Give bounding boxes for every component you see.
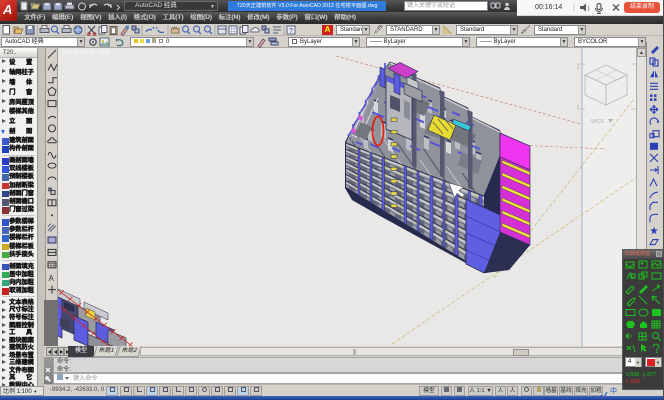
svg-text:A: A <box>49 274 55 283</box>
svg-text:WCS: WCS <box>591 119 604 125</box>
svg-text:?: ? <box>289 28 293 35</box>
svg-text:住宅楼平面图 / 模型 /: 住宅楼平面图 / 模型 / <box>62 48 114 56</box>
